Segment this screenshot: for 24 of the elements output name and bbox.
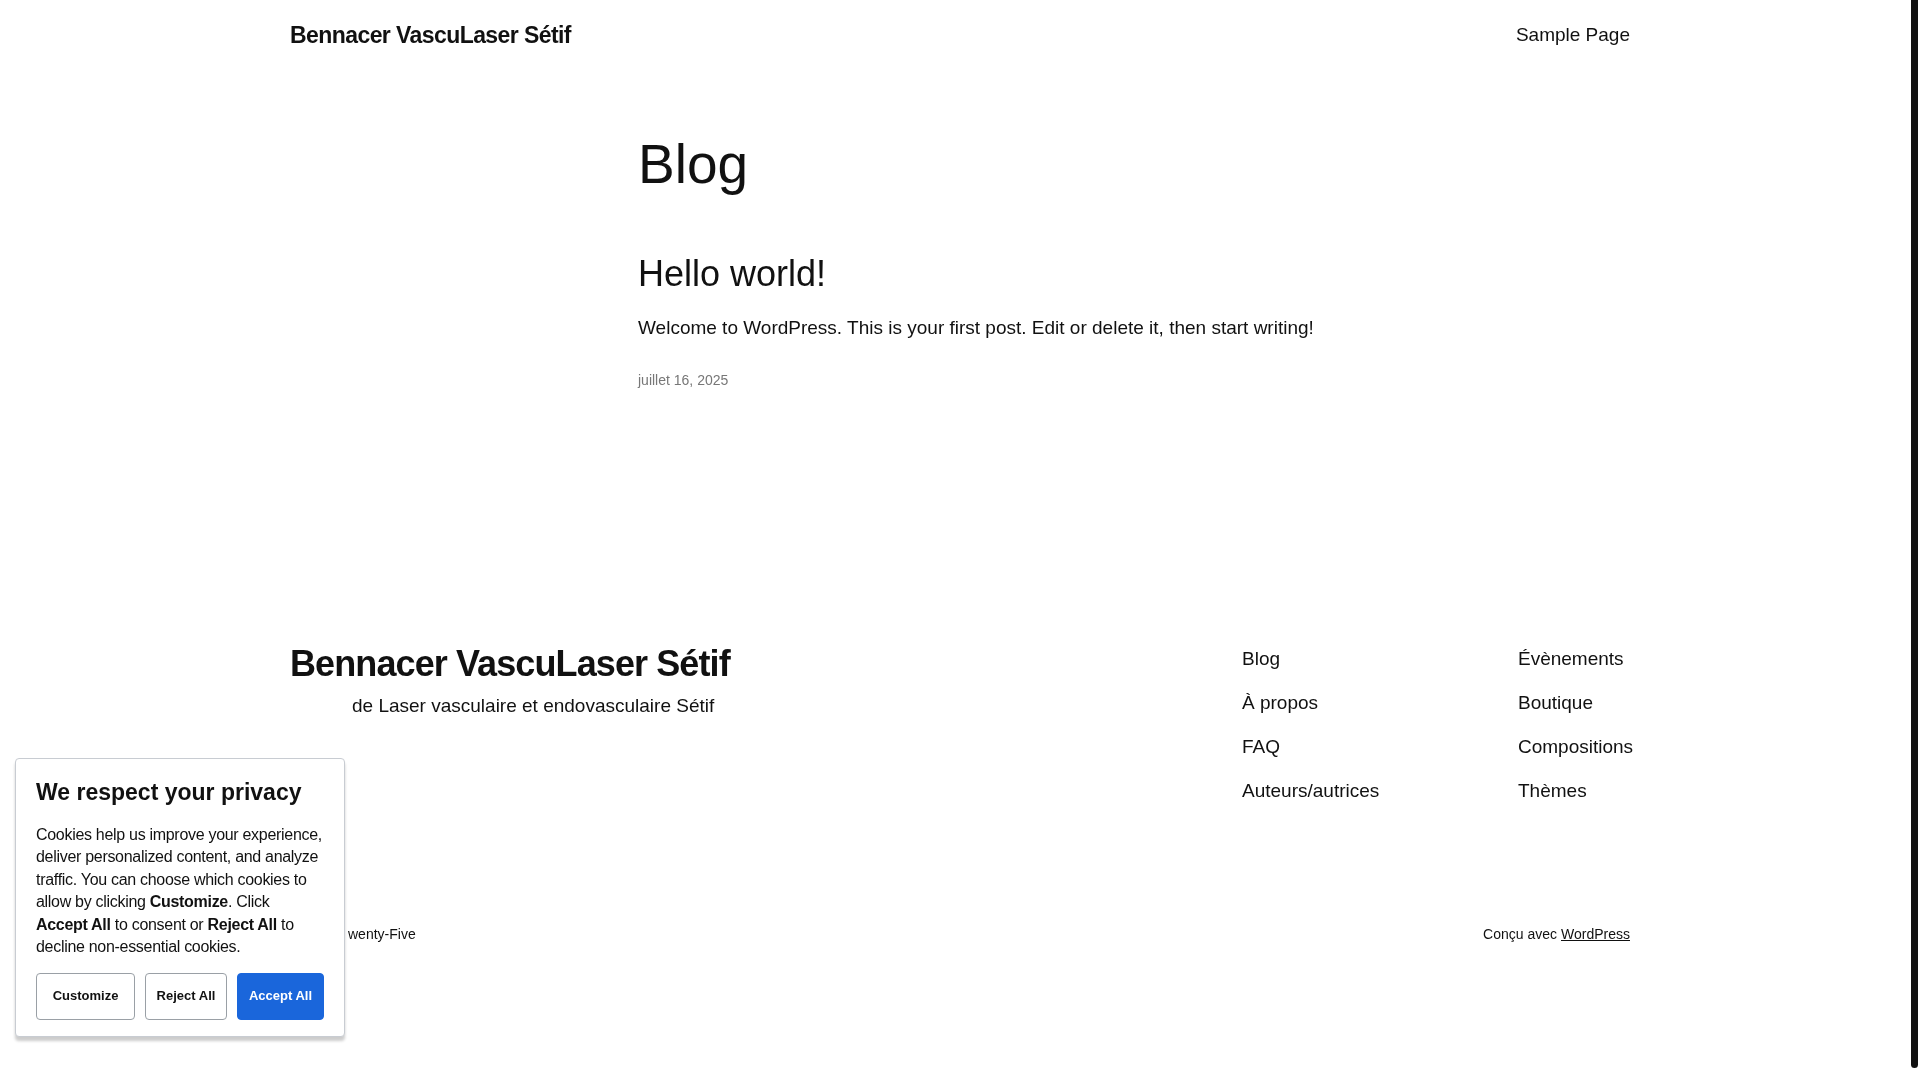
theme-credit: wenty-Five — [348, 925, 416, 945]
scrollbar[interactable] — [1911, 0, 1918, 1068]
page-title: Blog — [638, 132, 750, 197]
footer-nav-link[interactable]: FAQ — [1242, 733, 1458, 761]
wordpress-link[interactable]: WordPress — [1561, 924, 1630, 946]
post-excerpt: Welcome to WordPress. This is your first post. Edit or delete it, then start writing! — [638, 315, 1315, 340]
footer-site-title[interactable]: Bennacer VascuLaser Sétif — [290, 641, 730, 687]
footer-nav-link[interactable]: À propos — [1242, 689, 1458, 717]
credit-text: Conçu avec — [1483, 925, 1557, 945]
cookie-title: We respect your privacy — [36, 778, 303, 807]
cookie-text: Cookies help us improve your experience, deliver personalized content, and analyze traffic. You can choose which cookies to allow by clicking Customize. Click Accept All to consent or Reject All to decline non-essential cookies. — [36, 824, 323, 957]
post-title[interactable]: Hello world! — [638, 250, 1630, 296]
footer-nav-link[interactable]: Auteurs/autrices — [1242, 777, 1458, 805]
footer-nav-link[interactable]: Thèmes — [1518, 777, 1630, 805]
footer-tagline: de Laser vasculaire et endovasculaire Sétif — [352, 694, 716, 719]
nav-link[interactable]: Sample Page — [1515, 20, 1630, 50]
footer-nav-link[interactable]: Blog — [1242, 645, 1458, 673]
footer-nav-link[interactable]: Boutique — [1518, 689, 1630, 717]
cookie-button[interactable]: Accept All — [237, 972, 324, 1020]
cookie-button[interactable]: Customize — [36, 972, 135, 1020]
post-date: juillet 16, 2025 — [638, 371, 730, 391]
site-title[interactable]: Bennacer VascuLaser Sétif — [290, 17, 571, 53]
footer-nav-link[interactable]: Évènements — [1518, 645, 1630, 673]
cookie-button[interactable]: Reject All — [145, 972, 227, 1020]
